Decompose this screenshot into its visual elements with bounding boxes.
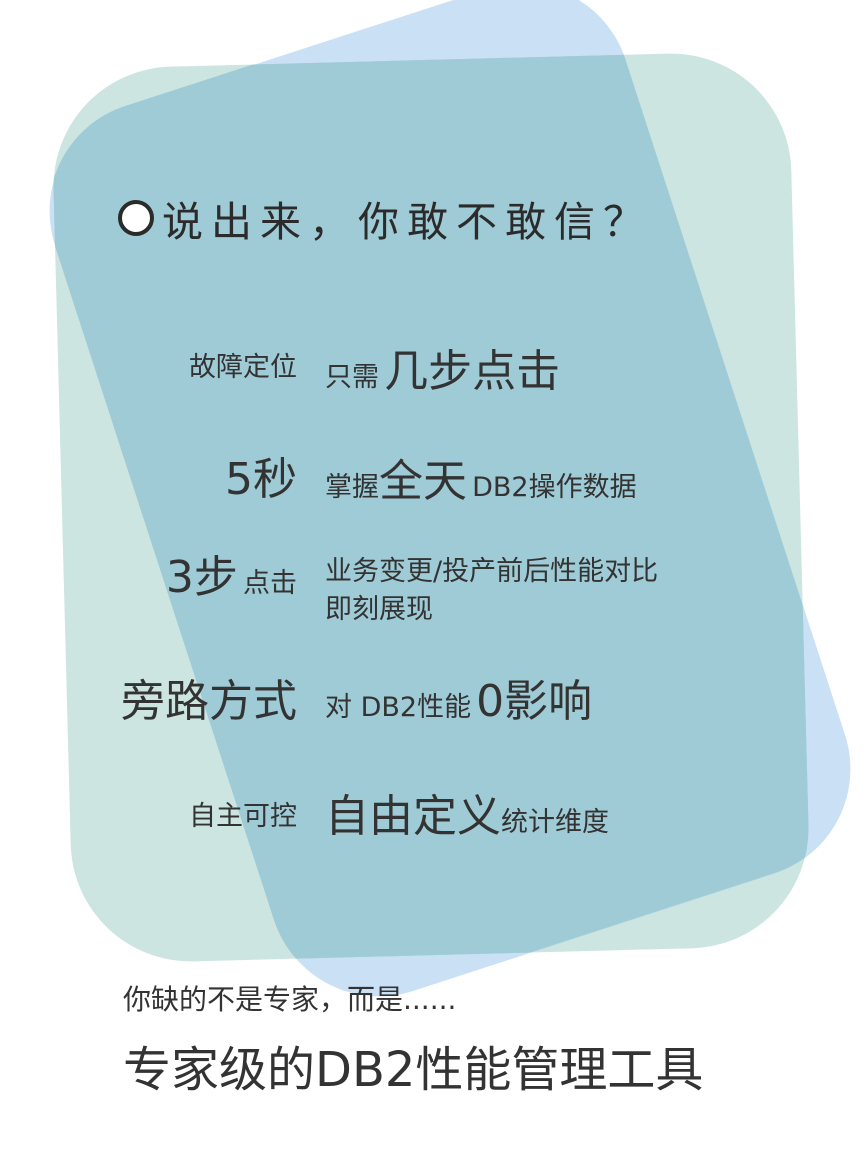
row-label: 5秒 <box>225 454 297 505</box>
heading-text: 说出来，你敢不敢信？ <box>162 198 652 246</box>
row-label-big: 3步 <box>165 552 238 603</box>
row-label: 3步 点击 <box>166 541 297 605</box>
row-value: 自由定义统计维度 <box>325 780 609 844</box>
row-value-small: 只需 <box>325 362 379 393</box>
footer-title: 专家级的DB2性能管理工具 <box>123 1042 704 1098</box>
heading: 说出来，你敢不敢信？ <box>118 188 652 248</box>
row-value-small: 统计维度 <box>501 807 609 838</box>
row-value-big: 0影响 <box>476 676 593 727</box>
row-value-small: DB2操作数据 <box>472 472 637 503</box>
row-value-line2: 即刻展现 <box>325 594 433 625</box>
row-value: 业务变更/投产前后性能对比 即刻展现 <box>325 553 658 629</box>
footer-tagline: 你缺的不是专家，而是...... <box>123 983 457 1016</box>
row-value-line1: 业务变更/投产前后性能对比 <box>325 556 659 587</box>
row-label: 故障定位 <box>189 352 297 383</box>
row-value: 掌握全天 DB2操作数据 <box>325 445 637 509</box>
row-label: 旁路方式 <box>121 676 297 727</box>
row-label: 自主可控 <box>189 801 297 832</box>
row-value-small: 掌握 <box>325 472 379 503</box>
row-label-small: 点击 <box>243 568 297 599</box>
row-value-big: 自由定义 <box>325 791 501 842</box>
row-value-big: 全天 <box>379 456 467 507</box>
row-value: 对 DB2性能 0影响 <box>325 665 592 729</box>
circle-icon <box>118 200 154 236</box>
row-value-small: 对 DB2性能 <box>325 692 472 723</box>
row-value-big: 几步点击 <box>384 346 561 397</box>
row-value: 只需 几步点击 <box>325 335 560 399</box>
